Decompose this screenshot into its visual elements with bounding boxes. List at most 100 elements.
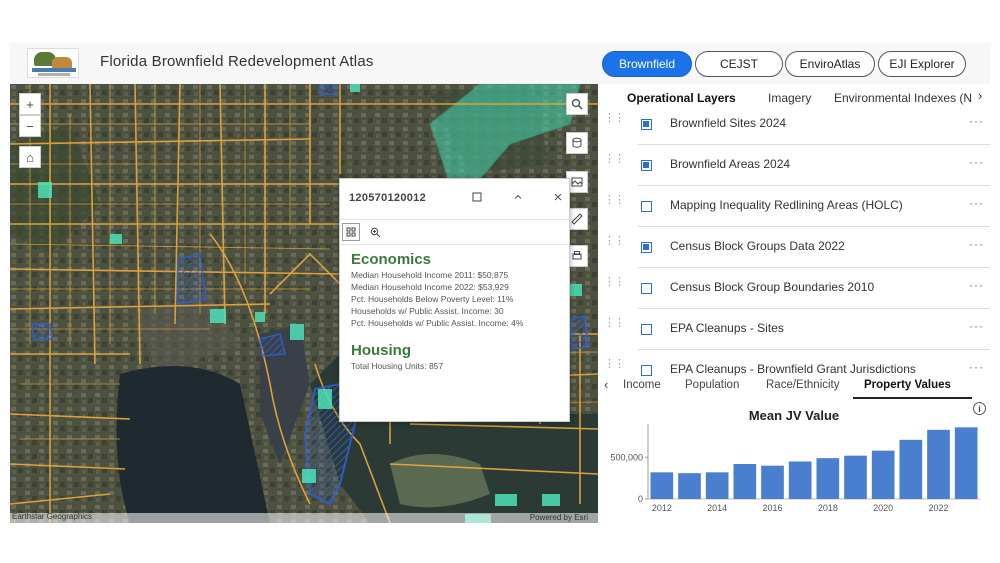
chart-tabs: ‹ Income Population Race/Ethnicity Prope… <box>598 377 990 400</box>
drag-handle-icon[interactable]: ⋮⋮ <box>604 277 625 294</box>
drag-handle-icon[interactable]: ⋮⋮ <box>604 318 625 335</box>
app-header: Florida Brownfield Redevelopment Atlas B… <box>10 43 990 84</box>
bar-2018 <box>816 458 840 499</box>
drag-handle-icon[interactable]: ⋮⋮ <box>604 195 625 212</box>
map-view[interactable]: + − ⌂ 120570120012 Economics Median Hous… <box>10 84 598 523</box>
housing-heading: Housing <box>351 342 411 359</box>
bar-2022 <box>927 429 950 499</box>
chevron-right-icon[interactable]: › <box>978 88 982 103</box>
app-title: Florida Brownfield Redevelopment Atlas <box>100 53 374 70</box>
popup-line: Households w/ Public Assist. Income: 30 <box>351 306 504 316</box>
zoom-in-button[interactable]: + <box>19 93 41 115</box>
layer-visibility-checkbox[interactable] <box>641 201 652 212</box>
layer-visibility-checkbox[interactable] <box>641 160 652 171</box>
layer-row[interactable]: ⋮⋮ Census Block Groups Data 2022 ··· <box>598 227 990 268</box>
popup-line: Median Household Income 2011: $50,875 <box>351 270 509 280</box>
map-attribution: Earthstar Geographics <box>12 512 93 521</box>
select-feature-icon[interactable] <box>342 223 360 241</box>
layer-name: Brownfield Areas 2024 <box>670 157 791 171</box>
layer-options-menu[interactable]: ··· <box>969 155 984 169</box>
layer-row[interactable]: ⋮⋮ Brownfield Areas 2024 ··· <box>598 145 990 186</box>
layer-name: EPA Cleanups - Sites <box>670 321 784 335</box>
layer-row[interactable]: ⋮⋮ EPA Cleanups - Sites ··· <box>598 309 990 350</box>
popup-line: Pct. Households Below Poverty Level: 11% <box>351 294 514 304</box>
layer-name: Brownfield Sites 2024 <box>670 116 787 130</box>
x-tick-label: 2022 <box>928 503 948 513</box>
layer-options-menu[interactable]: ··· <box>969 114 984 128</box>
tab-brownfield[interactable]: Brownfield <box>602 51 692 77</box>
tab-race-ethnicity[interactable]: Race/Ethnicity <box>766 379 840 391</box>
bar-2013 <box>678 473 701 499</box>
chart-title: Mean JV Value <box>748 408 840 423</box>
bar-2020 <box>871 450 895 499</box>
home-button[interactable]: ⌂ <box>19 146 41 168</box>
esri-attribution[interactable]: Powered by Esri <box>530 513 588 522</box>
x-tick-label: 2016 <box>762 503 782 513</box>
bar-2021 <box>899 439 923 499</box>
zoom-out-button[interactable]: − <box>19 115 41 137</box>
popup-line: Total Housing Units: 857 <box>351 361 444 371</box>
layer-visibility-checkbox[interactable] <box>641 242 652 253</box>
bar-2015 <box>733 464 757 499</box>
drag-handle-icon[interactable]: ⋮⋮ <box>604 359 625 376</box>
x-tick-label: 2020 <box>873 503 893 513</box>
layer-row[interactable]: ⋮⋮ EPA Cleanups - Brownfield Grant Jurisd… <box>598 350 990 379</box>
layer-name: Mapping Inequality Redlining Areas (HOLC… <box>670 198 903 212</box>
drag-handle-icon[interactable]: ⋮⋮ <box>604 113 625 130</box>
feature-popup[interactable]: 120570120012 Economics Median Household … <box>339 178 570 422</box>
layer-panel: Operational Layers Imagery Environmental… <box>598 84 990 523</box>
layer-options-menu[interactable]: ··· <box>969 237 984 251</box>
property-values-chart: 0 500,000 2012 2014 2016 2018 2020 2022 <box>610 424 980 513</box>
collapse-icon[interactable] <box>508 187 528 207</box>
layer-visibility-checkbox[interactable] <box>641 365 652 376</box>
info-icon[interactable]: i <box>973 402 986 415</box>
layer-row[interactable]: ⋮⋮ Census Block Group Boundaries 2010 ··· <box>598 268 990 309</box>
layer-visibility-checkbox[interactable] <box>641 119 652 130</box>
popup-toolbar <box>340 219 569 245</box>
app-window: Florida Brownfield Redevelopment Atlas B… <box>10 43 990 523</box>
layers-stack-icon[interactable] <box>566 132 588 154</box>
tab-enviroatlas[interactable]: EnviroAtlas <box>785 51 875 77</box>
tab-cejst[interactable]: CEJST <box>695 51 783 77</box>
tab-imagery[interactable]: Imagery <box>768 91 811 105</box>
tab-environmental-indexes[interactable]: Environmental Indexes (N <box>834 91 972 105</box>
atlas-logo <box>27 48 79 78</box>
layer-row[interactable]: ⋮⋮ Brownfield Sites 2024 ··· <box>598 104 990 145</box>
bar-2016 <box>761 465 784 499</box>
y-tick-label: 500,000 <box>610 452 643 462</box>
chevron-left-icon[interactable]: ‹ <box>604 377 608 392</box>
layer-visibility-checkbox[interactable] <box>641 283 652 294</box>
layer-name: Census Block Group Boundaries 2010 <box>670 280 875 294</box>
tab-income[interactable]: Income <box>623 379 661 391</box>
x-tick-label: 2018 <box>818 503 838 513</box>
layer-list: ⋮⋮ Brownfield Sites 2024 ··· ⋮⋮ Brownfield A… <box>598 104 990 379</box>
popup-line: Median Household Income 2022: $53,929 <box>351 282 509 292</box>
tab-population[interactable]: Population <box>685 379 739 391</box>
layer-visibility-checkbox[interactable] <box>641 324 652 335</box>
bar-2019 <box>844 455 867 499</box>
tab-property-values[interactable]: Property Values <box>864 379 951 391</box>
popup-line: Pct. Households w/ Public Assist. Income… <box>351 318 524 328</box>
y-tick-label: 0 <box>638 494 643 504</box>
economics-heading: Economics <box>351 251 432 268</box>
layer-name: EPA Cleanups - Brownfield Grant Jurisdic… <box>670 362 916 376</box>
x-tick-label: 2014 <box>707 503 727 513</box>
tab-operational-layers[interactable]: Operational Layers <box>627 91 736 105</box>
layer-row[interactable]: ⋮⋮ Mapping Inequality Redlining Areas (HO… <box>598 186 990 227</box>
layer-options-menu[interactable]: ··· <box>969 360 984 374</box>
close-icon[interactable] <box>548 187 568 207</box>
bar-2012 <box>650 472 674 499</box>
layer-options-menu[interactable]: ··· <box>969 319 984 333</box>
bar-2014 <box>705 472 729 499</box>
drag-handle-icon[interactable]: ⋮⋮ <box>604 236 625 253</box>
layer-options-menu[interactable]: ··· <box>969 196 984 210</box>
zoom-to-icon[interactable] <box>366 223 384 241</box>
layer-name: Census Block Groups Data 2022 <box>670 239 845 253</box>
search-icon[interactable] <box>566 93 588 115</box>
layer-options-menu[interactable]: ··· <box>969 278 984 292</box>
drag-handle-icon[interactable]: ⋮⋮ <box>604 154 625 171</box>
tab-eji-explorer[interactable]: EJI Explorer <box>878 51 966 77</box>
bar-2017 <box>788 461 812 499</box>
dock-icon[interactable] <box>467 187 487 207</box>
popup-title: 120570120012 <box>349 192 427 204</box>
